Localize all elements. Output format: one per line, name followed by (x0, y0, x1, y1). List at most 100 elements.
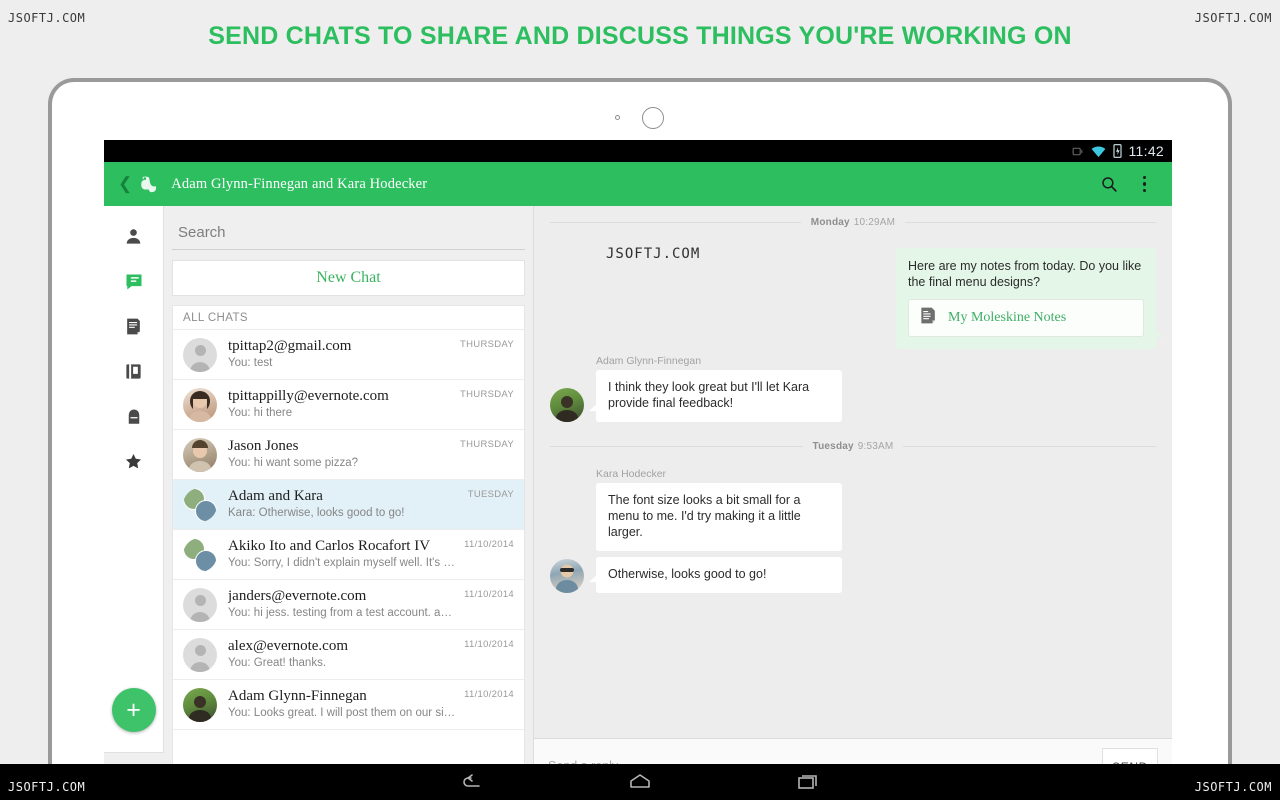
note-attachment-title: My Moleskine Notes (948, 310, 1066, 326)
chat-item-snippet: You: hi there (228, 406, 454, 421)
chat-item-time: THURSDAY (454, 389, 514, 400)
message-sender-name: Kara Hodecker (596, 468, 1156, 480)
divider-line-left (550, 222, 801, 223)
chat-item-name: Akiko Ito and Carlos Rocafort IV (228, 538, 458, 555)
avatar (550, 559, 584, 593)
status-clock: 11:42 (1129, 143, 1165, 159)
chat-item-time: 11/10/2014 (458, 539, 514, 550)
overflow-menu-icon[interactable] (1131, 176, 1159, 193)
avatar (183, 488, 217, 522)
day-divider-label: Tuesday 9:53AM (813, 441, 894, 452)
chat-list-item[interactable]: tpittap2@gmail.comYou: testTHURSDAY (173, 330, 524, 380)
chat-item-text: Jason JonesYou: hi want some pizza? (228, 438, 454, 471)
chat-list-item[interactable]: tpittappilly@evernote.comYou: hi thereTH… (173, 380, 524, 430)
chat-item-snippet: You: hi want some pizza? (228, 456, 454, 471)
chat-item-text: Adam and KaraKara: Otherwise, looks good… (228, 488, 462, 521)
messages-area[interactable]: Monday10:29AM JSOFTJ.COM Here are my not… (534, 206, 1172, 738)
chat-item-time: THURSDAY (454, 339, 514, 350)
incoming-bubble[interactable]: The font size looks a bit small for a me… (596, 483, 842, 551)
avatar-slot (183, 438, 217, 472)
divider-line-left (550, 446, 803, 447)
chat-item-text: janders@evernote.comYou: hi jess. testin… (228, 588, 458, 621)
avatar (183, 588, 217, 622)
outgoing-bubble[interactable]: Here are my notes from today. Do you lik… (896, 248, 1156, 349)
day-divider-day: Tuesday (813, 441, 854, 452)
back-chevron-icon[interactable]: ❮ (112, 175, 139, 194)
watermark-thread: JSOFTJ.COM (606, 246, 700, 262)
new-chat-button[interactable]: New Chat (172, 260, 525, 296)
chat-item-name: alex@evernote.com (228, 638, 458, 655)
watermark-bottom-right: JSOFTJ.COM (1195, 780, 1272, 794)
day-divider-time: 9:53AM (858, 441, 894, 452)
incoming-bubble[interactable]: I think they look great but I'll let Kar… (596, 370, 842, 422)
chat-item-name: Adam and Kara (228, 488, 462, 505)
front-camera-icon (642, 107, 664, 129)
day-divider-label: Monday10:29AM (811, 217, 895, 228)
rail-item-chat[interactable] (104, 259, 164, 304)
app-bar-title: Adam Glynn-Finnegan and Kara Hodecker (171, 176, 1087, 193)
avatar (183, 538, 217, 572)
incoming-message-row: I think they look great but I'll let Kar… (550, 370, 1156, 422)
chat-list-item[interactable]: alex@evernote.comYou: Great! thanks.11/1… (173, 630, 524, 680)
chat-list[interactable]: tpittap2@gmail.comYou: testTHURSDAYtpitt… (172, 329, 525, 786)
android-home-icon[interactable] (610, 772, 670, 792)
promo-headline: SEND CHATS TO SHARE AND DISCUSS THINGS Y… (0, 22, 1280, 51)
message-thread-panel: Monday10:29AM JSOFTJ.COM Here are my not… (534, 206, 1172, 794)
avatar (183, 338, 217, 372)
rail-item-account[interactable] (104, 214, 164, 259)
watermark-bottom-left: JSOFTJ.COM (8, 780, 85, 794)
chat-item-time: 11/10/2014 (458, 689, 514, 700)
search-placeholder: Search (178, 224, 226, 241)
chat-item-name: Adam Glynn-Finnegan (228, 688, 458, 705)
chat-item-time: 11/10/2014 (458, 589, 514, 600)
rail-item-shortcuts[interactable] (104, 439, 164, 484)
divider-line-right (905, 222, 1156, 223)
avatar-circle-2 (195, 550, 217, 572)
incoming-bubble-stack: The font size looks a bit small for a me… (596, 483, 842, 593)
rail-item-notes[interactable] (104, 304, 164, 349)
battery-icon (1113, 144, 1122, 158)
chat-item-name: janders@evernote.com (228, 588, 458, 605)
chat-list-item[interactable]: Jason JonesYou: hi want some pizza?THURS… (173, 430, 524, 480)
chat-list-item[interactable]: Adam Glynn-FinneganYou: Looks great. I w… (173, 680, 524, 730)
chat-item-snippet: You: Looks great. I will post them on ou… (228, 706, 458, 721)
android-status-bar: 11:42 (104, 140, 1172, 162)
icon-rail: + (104, 206, 164, 794)
watermark-top-right: JSOFTJ.COM (1195, 11, 1272, 25)
chat-item-text: tpittap2@gmail.comYou: test (228, 338, 454, 371)
chat-list-item[interactable]: Akiko Ito and Carlos Rocafort IVYou: Sor… (173, 530, 524, 580)
incoming-bubble[interactable]: Otherwise, looks good to go! (596, 557, 842, 593)
chat-item-name: Jason Jones (228, 438, 454, 455)
day-divider-tuesday: Tuesday 9:53AM (550, 430, 1156, 462)
android-back-icon[interactable] (442, 772, 502, 792)
search-input[interactable]: Search (172, 216, 525, 250)
chat-item-snippet: You: Sorry, I didn't explain myself well… (228, 556, 458, 571)
chat-item-text: tpittappilly@evernote.comYou: hi there (228, 388, 454, 421)
chat-item-text: Akiko Ito and Carlos Rocafort IVYou: Sor… (228, 538, 458, 571)
device-screen: 11:42 ❮ Adam Glynn-Finnegan and Kara Hod… (104, 140, 1172, 794)
search-wrapper: Search (164, 206, 533, 250)
message-sender-name: Adam Glynn-Finnegan (596, 355, 1156, 367)
chat-list-item[interactable]: janders@evernote.comYou: hi jess. testin… (173, 580, 524, 630)
incoming-message-text: Otherwise, looks good to go! (608, 566, 830, 582)
note-attachment-card[interactable]: My Moleskine Notes (908, 299, 1144, 337)
chat-item-name: tpittappilly@evernote.com (228, 388, 454, 405)
avatar-slot (183, 338, 217, 372)
search-icon[interactable] (1088, 175, 1131, 194)
avatar-slot (183, 388, 217, 422)
avatar-slot (183, 538, 217, 572)
new-chat-fab-button[interactable]: + (112, 688, 156, 732)
day-divider-time: 10:29AM (854, 217, 895, 228)
rail-item-tags[interactable] (104, 394, 164, 439)
android-recents-icon[interactable] (778, 772, 838, 792)
chat-list-item[interactable]: Adam and KaraKara: Otherwise, looks good… (173, 480, 524, 530)
app-body: + Search New Chat ALL CHATS tpittap2@gma… (104, 206, 1172, 794)
rail-item-notebooks[interactable] (104, 349, 164, 394)
tablet-bezel-top (52, 82, 1228, 140)
chat-item-snippet: Kara: Otherwise, looks good to go! (228, 506, 462, 521)
avatar-slot (183, 488, 217, 522)
day-divider-monday: Monday10:29AM (550, 206, 1156, 238)
incoming-message-text: I think they look great but I'll let Kar… (608, 379, 830, 411)
chat-item-snippet: You: Great! thanks. (228, 656, 458, 671)
avatar-slot (183, 638, 217, 672)
